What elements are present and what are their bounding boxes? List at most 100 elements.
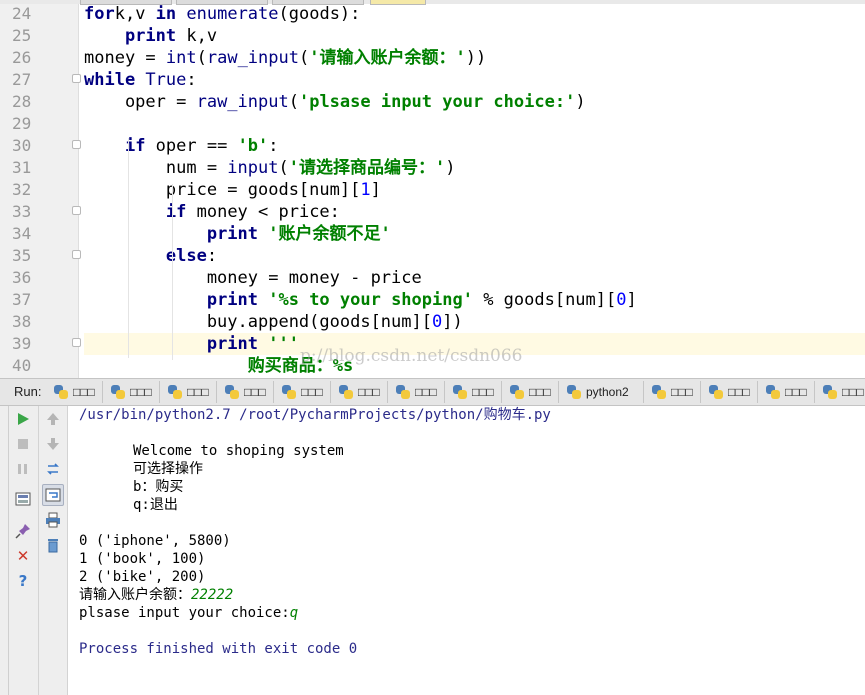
python-icon — [282, 385, 296, 399]
run-tab[interactable]: □□□ — [274, 381, 331, 403]
trash-icon[interactable] — [42, 534, 64, 556]
rerun-icon[interactable] — [42, 458, 64, 480]
code-line[interactable]: if money < price: — [84, 201, 865, 223]
pause-icon[interactable] — [12, 458, 34, 480]
fold-marker-icon[interactable] — [72, 338, 81, 347]
console-command-line: /usr/bin/python2.7 /root/PycharmProjects… — [79, 407, 551, 423]
fold-marker-icon[interactable] — [72, 74, 81, 83]
code-line[interactable]: num = input('请选择商品编号：') — [84, 157, 865, 179]
code-token: raw_input — [206, 48, 299, 68]
scroll-down-icon[interactable] — [42, 433, 64, 455]
python-icon — [766, 385, 780, 399]
run-tab-label: □□□ — [728, 385, 750, 399]
code-line[interactable]: money = money - price — [84, 267, 865, 289]
code-line[interactable]: money = int(raw_input('请输入账户余额：')) — [84, 47, 865, 69]
code-token: True — [135, 70, 187, 90]
stop-icon[interactable] — [12, 433, 34, 455]
run-tab[interactable]: □□□ — [445, 381, 502, 403]
scroll-up-icon[interactable] — [42, 408, 64, 430]
code-token: '请输入账户余额：' — [309, 48, 466, 68]
layout-icon[interactable] — [12, 488, 34, 510]
code-token: ]) — [442, 312, 463, 332]
run-tab[interactable]: python2 — [559, 381, 644, 403]
run-tab[interactable]: □□□ — [46, 381, 103, 403]
code-token: '账户余额不足' — [258, 224, 391, 244]
code-token: oper == — [145, 136, 238, 156]
run-tab-label: □□□ — [301, 385, 323, 399]
code-editor[interactable]: 24 25 26 27 28 29 30 31 32 33 34 35 36 37 38 39 40 fork,… — [0, 0, 865, 378]
console-choice-prompt: plsase input your choice: — [79, 605, 290, 621]
line-number: 33 — [12, 202, 32, 221]
line-number: 37 — [12, 290, 32, 309]
help-icon[interactable]: ? — [12, 570, 34, 592]
console-choice-input: q — [289, 605, 299, 621]
code-line[interactable]: oper = raw_input('plsase input your choi… — [84, 91, 865, 113]
line-number: 40 — [12, 356, 32, 375]
code-token: in — [155, 4, 177, 24]
code-token: enumerate — [176, 4, 279, 24]
run-console[interactable]: /usr/bin/python2.7 /root/PycharmProjects… — [68, 406, 865, 695]
code-token: ( — [278, 158, 289, 178]
code-line[interactable]: else: — [84, 245, 865, 267]
close-icon[interactable]: ✕ — [12, 545, 34, 567]
line-number: 27 — [12, 70, 32, 89]
run-tab[interactable]: □□□ — [758, 381, 815, 403]
code-token: k,v — [176, 26, 218, 46]
run-tab[interactable]: □□□ — [331, 381, 388, 403]
run-tab-label: □□□ — [187, 385, 209, 399]
run-tab-label: python2 — [586, 385, 629, 399]
code-token: ( — [298, 48, 310, 68]
left-edge-strip — [0, 406, 9, 695]
code-line[interactable]: print '账户余额不足' — [84, 223, 865, 245]
console-choice-line: plsase input your choice:q — [79, 604, 298, 622]
line-number: 34 — [12, 224, 32, 243]
console-balance-input: 22222 — [191, 587, 234, 603]
code-line[interactable]: while True: — [84, 69, 865, 91]
code-line[interactable]: print '%s to your shoping' % goods[num][… — [84, 289, 865, 311]
code-line[interactable]: buy.append(goods[num][0]) — [84, 311, 865, 333]
line-number: 29 — [12, 114, 32, 133]
fold-marker-icon[interactable] — [72, 206, 81, 215]
code-token: print — [206, 334, 259, 354]
code-token: k,v — [114, 4, 156, 24]
fold-marker-icon[interactable] — [72, 250, 81, 259]
code-line[interactable]: print k,v — [84, 25, 865, 47]
console-ops-title: 可选择操作 — [133, 461, 203, 477]
code-token: money = — [84, 48, 166, 68]
run-tab[interactable]: □□□ — [815, 381, 865, 403]
line-number: 36 — [12, 268, 32, 287]
code-token: )) — [465, 48, 487, 68]
code-token: 1 — [360, 180, 371, 200]
code-token: '%s to your shoping' — [258, 290, 473, 310]
indent-guide — [172, 184, 173, 360]
run-tab-label: □□□ — [472, 385, 494, 399]
code-line[interactable]: fork,v in enumerate(goods): — [84, 3, 865, 25]
run-tab[interactable]: □□□ — [217, 381, 274, 403]
soft-wrap-icon[interactable] — [42, 484, 64, 506]
python-icon — [339, 385, 353, 399]
code-token: print — [206, 224, 259, 244]
code-token: : — [186, 70, 197, 90]
fold-marker-icon[interactable] — [72, 140, 81, 149]
code-line[interactable]: if oper == 'b': — [84, 135, 865, 157]
python-icon — [453, 385, 467, 399]
run-tab[interactable]: □□□ — [103, 381, 160, 403]
code-token: % goods[num][ — [472, 290, 617, 310]
run-tab[interactable]: □□□ — [701, 381, 758, 403]
code-token: ''' — [258, 334, 299, 354]
run-icon[interactable] — [12, 408, 34, 430]
run-tab-label: □□□ — [244, 385, 266, 399]
code-line[interactable] — [84, 113, 865, 135]
code-token: ) — [445, 158, 456, 178]
run-tab[interactable]: □□□ — [160, 381, 217, 403]
run-tab[interactable]: □□□ — [502, 381, 559, 403]
run-tab[interactable]: □□□ — [388, 381, 445, 403]
code-line[interactable]: price = goods[num][1] — [84, 179, 865, 201]
indent-guide — [128, 138, 129, 358]
pin-icon[interactable] — [12, 520, 34, 542]
code-token: money = money - price — [84, 268, 422, 288]
run-tab[interactable]: □□□ — [644, 381, 701, 403]
print-icon[interactable] — [42, 509, 64, 531]
